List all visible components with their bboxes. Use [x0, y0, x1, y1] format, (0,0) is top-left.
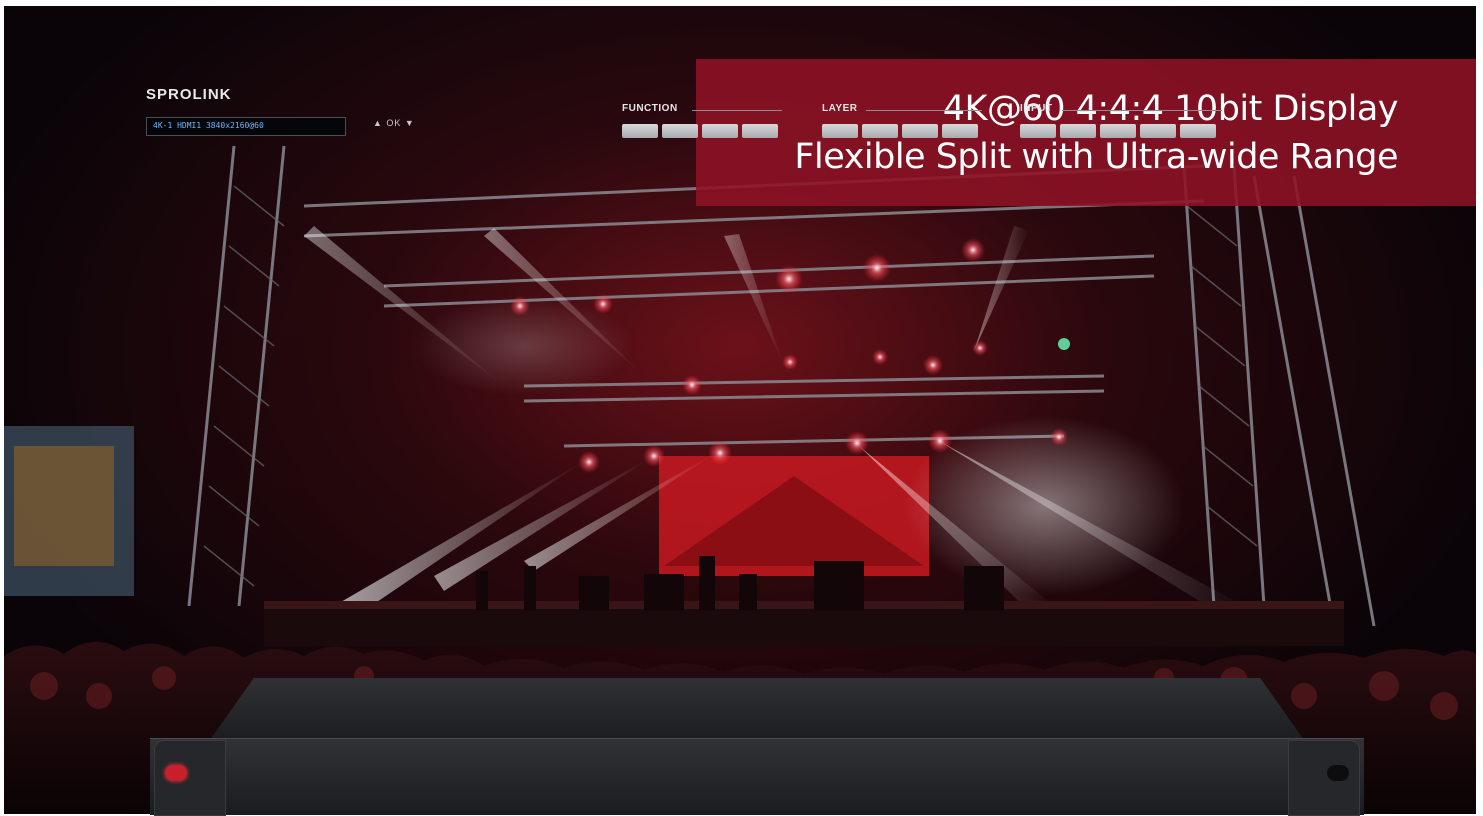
layer-key[interactable] [942, 124, 978, 138]
rack-ear-left [154, 740, 226, 816]
brand-logo: SPROLINK [146, 86, 232, 103]
function-key[interactable] [742, 124, 778, 138]
function-key[interactable] [662, 124, 698, 138]
input-key[interactable] [1180, 124, 1216, 138]
rack-hole-icon [1327, 765, 1349, 781]
layer-group-divider [866, 110, 982, 111]
layer-keys [822, 124, 978, 138]
device-top-cover [210, 678, 1304, 740]
input-group-divider [1062, 110, 1222, 111]
input-key[interactable] [1140, 124, 1176, 138]
layer-group-label: LAYER [822, 103, 858, 114]
function-group-divider [692, 110, 782, 111]
function-group-label: FUNCTION [622, 103, 678, 114]
layer-key[interactable] [822, 124, 858, 138]
input-keys [1020, 124, 1216, 138]
input-key[interactable] [1100, 124, 1136, 138]
power-led-icon [165, 765, 187, 781]
device-front-panel [150, 738, 1364, 815]
rack-ear-right [1288, 740, 1360, 816]
input-key[interactable] [1020, 124, 1056, 138]
video-processor-device [150, 678, 1364, 816]
lcd-display: 4K-1 HDMI1 3840x2160@60 [146, 117, 346, 136]
headline-line-2: Flexible Split with Ultra-wide Range [794, 136, 1398, 177]
input-key[interactable] [1060, 124, 1096, 138]
function-key[interactable] [622, 124, 658, 138]
layer-key[interactable] [862, 124, 898, 138]
function-key[interactable] [702, 124, 738, 138]
nav-ok-buttons[interactable]: ▲ OK ▼ [373, 118, 415, 128]
function-keys [622, 124, 778, 138]
input-group-label: INPUT [1020, 103, 1053, 114]
layer-key[interactable] [902, 124, 938, 138]
